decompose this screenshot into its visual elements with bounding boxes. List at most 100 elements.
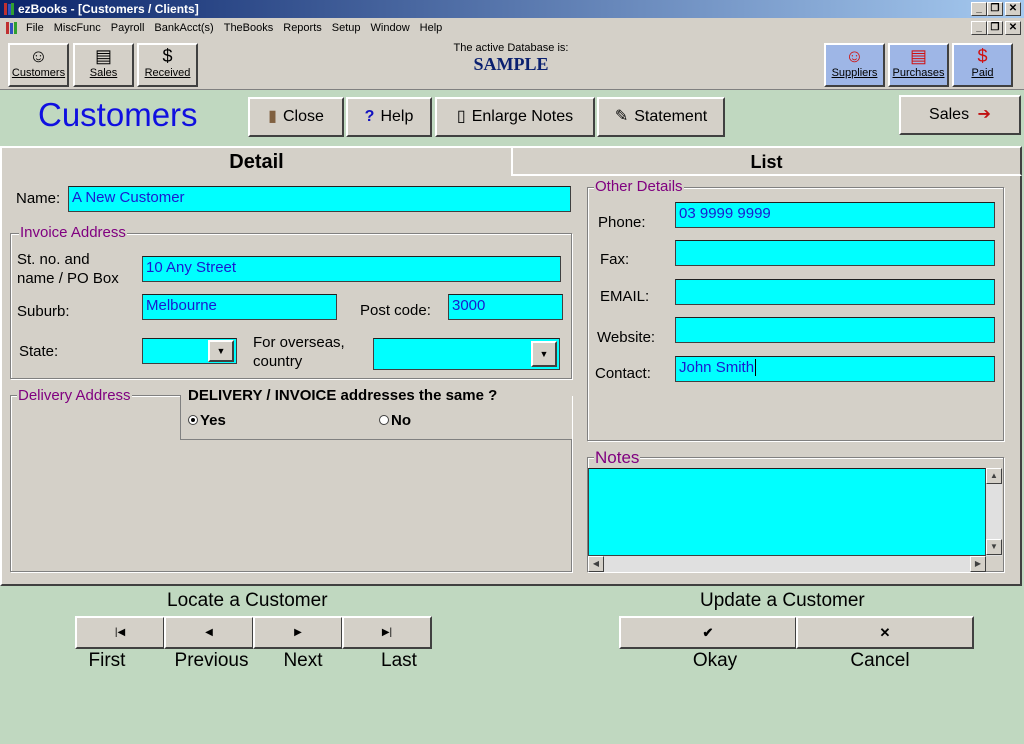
name-field[interactable]: A New Customer — [68, 186, 571, 212]
phone-field[interactable]: 03 9999 9999 — [675, 202, 995, 228]
cancel-button[interactable]: ✕ — [796, 616, 974, 649]
radio-no[interactable]: No — [379, 412, 411, 429]
enlarge-notes-button[interactable]: ▯ Enlarge Notes — [435, 97, 595, 137]
tab-detail[interactable]: Detail — [0, 146, 511, 176]
postcode-label: Post code: — [360, 302, 431, 319]
sales-nav-button[interactable]: Sales ➔ — [899, 95, 1021, 135]
okay-label: Okay — [692, 650, 738, 671]
scroll-left-button[interactable]: ◀ — [588, 556, 604, 572]
menu-item-reports[interactable]: Reports — [278, 18, 327, 38]
menu-item-file[interactable]: File — [21, 18, 49, 38]
invoice-address-legend: Invoice Address — [19, 224, 127, 241]
last-button[interactable]: ▶| — [342, 616, 432, 649]
update-heading: Update a Customer — [700, 590, 865, 611]
street-field[interactable]: 10 Any Street — [142, 256, 561, 282]
restore-button[interactable]: ❐ — [987, 2, 1003, 16]
first-button[interactable]: |◀ — [75, 616, 165, 649]
tab-list[interactable]: List — [511, 146, 1022, 176]
menu-item-bankacct-s-[interactable]: BankAcct(s) — [149, 18, 218, 38]
previous-record-icon: ◀ — [205, 627, 213, 638]
doc-close-button[interactable]: ✕ — [1005, 21, 1021, 35]
last-record-icon: ▶| — [381, 627, 393, 638]
close-button[interactable]: ▮ Close — [248, 97, 344, 137]
name-label: Name: — [16, 190, 61, 207]
menu-item-payroll[interactable]: Payroll — [106, 18, 150, 38]
scroll-up-button[interactable]: ▲ — [986, 468, 1002, 484]
menu-item-setup[interactable]: Setup — [327, 18, 366, 38]
x-icon: ✕ — [879, 625, 891, 640]
purchases-toolbar-button[interactable]: ▤ Purchases — [888, 43, 949, 87]
notepad-icon: ▯ — [456, 108, 466, 125]
contact-field[interactable]: John Smith — [675, 356, 995, 382]
notes-textarea[interactable] — [588, 468, 986, 556]
notes-legend: Notes — [594, 448, 641, 468]
sales-toolbar-button[interactable]: ▤ Sales — [73, 43, 134, 87]
scroll-right-button[interactable]: ▶ — [970, 556, 986, 572]
minimize-button[interactable]: _ — [971, 2, 987, 16]
cancel-label: Cancel — [850, 650, 910, 671]
menu-item-help[interactable]: Help — [415, 18, 448, 38]
email-label: EMAIL: — [600, 288, 650, 305]
arrow-left-icon: ◀ — [592, 559, 600, 568]
postcode-field[interactable]: 3000 — [448, 294, 563, 320]
smiley-icon: ☺ — [29, 46, 48, 66]
close-window-button[interactable]: ✕ — [1005, 2, 1021, 16]
radio-yes[interactable]: Yes — [188, 412, 226, 429]
documents-icon: ▤ — [909, 46, 927, 66]
radio-selected-icon — [188, 415, 198, 426]
arrow-right-icon: ➔ — [977, 106, 991, 123]
country-label-2: country — [253, 353, 303, 370]
menu-item-miscfunc[interactable]: MiscFunc — [49, 18, 106, 38]
paid-toolbar-button[interactable]: $ Paid — [952, 43, 1013, 87]
customers-toolbar-button[interactable]: ☺ Customers — [8, 43, 69, 87]
first-label: First — [88, 650, 126, 671]
smiley-icon: ☺ — [845, 46, 864, 66]
next-label: Next — [283, 650, 323, 671]
dollar-icon: $ — [977, 46, 988, 66]
menu-item-thebooks[interactable]: TheBooks — [219, 18, 279, 38]
delivery-address-legend: Delivery Address — [17, 387, 132, 404]
scroll-down-button[interactable]: ▼ — [986, 539, 1002, 555]
next-button[interactable]: ▶ — [253, 616, 343, 649]
street-label-1: St. no. and — [17, 251, 90, 268]
website-label: Website: — [597, 329, 656, 346]
document-books-icon — [6, 22, 17, 34]
window-title: ezBooks - [Customers / Clients] — [18, 2, 199, 16]
chevron-down-icon: ▼ — [539, 349, 549, 359]
active-database-label: The active Database is: — [453, 42, 569, 54]
suppliers-toolbar-button[interactable]: ☺ Suppliers — [824, 43, 885, 87]
suburb-label: Suburb: — [17, 303, 70, 320]
door-icon: ▮ — [268, 108, 277, 125]
check-icon: ✔ — [702, 625, 714, 640]
notes-horizontal-scrollbar[interactable] — [588, 556, 986, 572]
menu-item-window[interactable]: Window — [366, 18, 415, 38]
first-record-icon: |◀ — [114, 627, 126, 638]
locate-heading: Locate a Customer — [167, 590, 328, 611]
documents-icon: ▤ — [94, 46, 112, 66]
country-label-1: For overseas, — [253, 334, 345, 351]
title-bar: ezBooks - [Customers / Clients] _ ❐ ✕ — [0, 0, 1024, 18]
street-label-2: name / PO Box — [17, 270, 119, 287]
doc-restore-button[interactable]: ❐ — [987, 21, 1003, 35]
text-cursor — [755, 359, 757, 376]
received-toolbar-button[interactable]: $ Received — [137, 43, 198, 87]
page-title: Customers — [38, 96, 198, 133]
help-button[interactable]: ? Help — [346, 97, 432, 137]
fax-field[interactable] — [675, 240, 995, 266]
database-name: SAMPLE — [473, 54, 549, 74]
state-dropdown-button[interactable]: ▼ — [208, 340, 234, 362]
other-details-legend: Other Details — [594, 178, 684, 195]
okay-button[interactable]: ✔ — [619, 616, 797, 649]
email-field[interactable] — [675, 279, 995, 305]
next-record-icon: ▶ — [294, 627, 302, 638]
country-dropdown-button[interactable]: ▼ — [531, 341, 557, 367]
arrow-up-icon: ▲ — [990, 471, 998, 480]
previous-button[interactable]: ◀ — [164, 616, 254, 649]
statement-button[interactable]: ✎ Statement — [597, 97, 725, 137]
suburb-field[interactable]: Melbourne — [142, 294, 337, 320]
contact-label: Contact: — [595, 365, 651, 382]
app-books-icon — [4, 3, 14, 15]
website-field[interactable] — [675, 317, 995, 343]
doc-minimize-button[interactable]: _ — [971, 21, 987, 35]
fax-label: Fax: — [600, 251, 630, 268]
